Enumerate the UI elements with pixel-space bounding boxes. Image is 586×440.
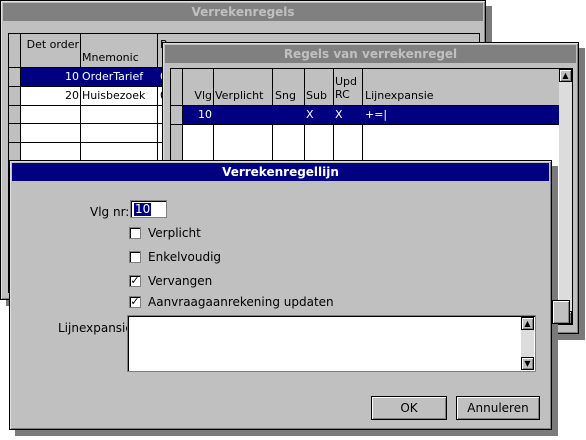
dialog-titlebar[interactable]: Verrekenregellijn bbox=[12, 163, 549, 181]
column-header-mnemonic[interactable]: Mnemonic bbox=[82, 51, 156, 65]
column-header-verplicht[interactable]: Verplicht bbox=[215, 89, 271, 103]
checkmark-icon: ✓ bbox=[130, 295, 140, 308]
aanvraagaanrekening-updaten-checkbox[interactable]: ✓ bbox=[129, 296, 141, 308]
row-1-det-order: 10 bbox=[65, 70, 79, 83]
annuleren-button-label: Annuleren bbox=[467, 401, 529, 415]
verrekenregels-title: Verrekenregels bbox=[191, 5, 295, 19]
checkmark-icon: ✓ bbox=[130, 274, 140, 287]
row-1-vlg: 10 bbox=[198, 108, 212, 121]
vervangen-checkbox[interactable]: ✓ bbox=[129, 275, 141, 287]
row-1-upd-rc: X bbox=[335, 108, 343, 121]
regels-title: Regels van verrekenregel bbox=[283, 47, 458, 61]
row-2-mnemonic[interactable]: Huisbezoek bbox=[82, 89, 156, 103]
vlg-nr-field[interactable]: 10 bbox=[130, 200, 167, 218]
column-header-lijnexpansie[interactable]: Lijnexpansie bbox=[365, 89, 465, 103]
lijnexpansie-textarea[interactable]: ▲ ▼ bbox=[127, 315, 536, 372]
ok-button-label: OK bbox=[400, 401, 418, 415]
scroll-down-arrow-icon[interactable]: ▼ bbox=[521, 357, 534, 370]
column-header-det-order[interactable]: Det order bbox=[21, 38, 79, 66]
aanvraagaanrekening-updaten-label[interactable]: Aanvraagaanrekening updaten bbox=[148, 295, 334, 309]
regels-titlebar[interactable]: Regels van verrekenregel bbox=[165, 45, 576, 63]
scroll-up-arrow-icon[interactable]: ▲ bbox=[559, 69, 572, 82]
ok-button[interactable]: OK bbox=[371, 396, 447, 420]
row-1-sub: X bbox=[306, 108, 314, 121]
row-2-det-order[interactable]: 20 bbox=[21, 89, 79, 103]
verplicht-label[interactable]: Verplicht bbox=[148, 226, 201, 240]
column-header-upd-rc[interactable]: Upd RC bbox=[335, 75, 361, 103]
enkelvoudig-checkbox[interactable] bbox=[129, 251, 141, 263]
vervangen-label[interactable]: Vervangen bbox=[148, 274, 212, 288]
verplicht-checkbox[interactable] bbox=[129, 227, 141, 239]
annuleren-button[interactable]: Annuleren bbox=[456, 396, 540, 420]
enkelvoudig-label[interactable]: Enkelvoudig bbox=[148, 250, 221, 264]
regels-window-button[interactable] bbox=[552, 300, 570, 324]
column-header-sub[interactable]: Sub bbox=[306, 89, 332, 103]
column-header-vlg[interactable]: Vlg bbox=[183, 89, 212, 103]
dialog-title: Verrekenregellijn bbox=[222, 165, 339, 179]
row-1-lijnexpansie: +=| bbox=[365, 108, 388, 121]
vlg-nr-value: 10 bbox=[134, 202, 152, 216]
row-1-mnemonic: OrderTarief bbox=[82, 70, 144, 83]
verrekenregellijn-dialog: Verrekenregellijn Vlg nr: 10 Verplicht E… bbox=[9, 160, 552, 430]
regels-vertical-scrollbar[interactable] bbox=[559, 69, 572, 324]
lijnexpansie-label: Lijnexpansie: bbox=[58, 321, 137, 335]
vlg-nr-label: Vlg nr: bbox=[90, 205, 130, 219]
scroll-up-arrow-icon[interactable]: ▲ bbox=[521, 317, 534, 330]
verrekenregels-titlebar[interactable]: Verrekenregels bbox=[3, 3, 483, 21]
column-header-sng[interactable]: Sng bbox=[275, 89, 303, 103]
